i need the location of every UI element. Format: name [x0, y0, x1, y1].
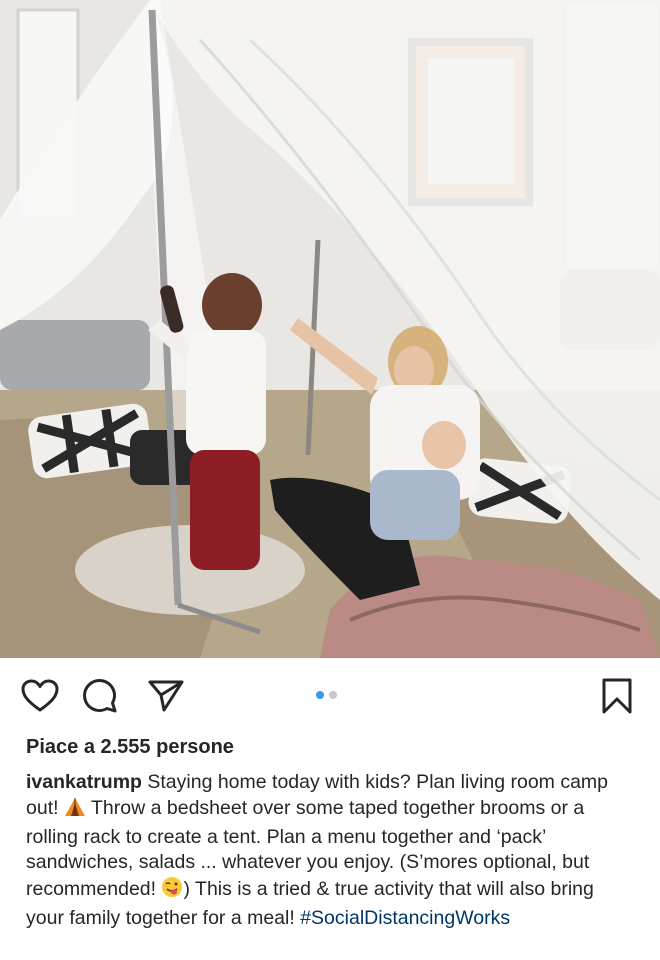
winking-tongue-emoji-icon — [161, 876, 183, 906]
comment-button[interactable] — [80, 676, 120, 716]
carousel-dot — [329, 691, 337, 699]
post-caption: ivankatrump Staying home today with kids… — [26, 770, 636, 932]
bookmark-icon — [602, 678, 632, 714]
caption-username[interactable]: ivankatrump — [26, 771, 142, 793]
save-button[interactable] — [597, 676, 637, 716]
post-photo[interactable] — [0, 0, 660, 658]
share-button[interactable] — [146, 676, 186, 716]
like-button[interactable] — [20, 676, 60, 716]
send-icon — [148, 680, 184, 712]
hashtag-link[interactable]: #SocialDistancingWorks — [300, 907, 510, 929]
likes-count[interactable]: Piace a 2.555 persone — [26, 736, 234, 759]
carousel-dot-active — [316, 691, 324, 699]
post-action-bar — [0, 658, 660, 734]
tent-emoji-icon — [64, 797, 86, 825]
comment-icon — [83, 679, 117, 713]
heart-icon — [21, 679, 59, 712]
tent-photo-illustration — [0, 0, 660, 658]
carousel-indicator — [316, 691, 337, 699]
